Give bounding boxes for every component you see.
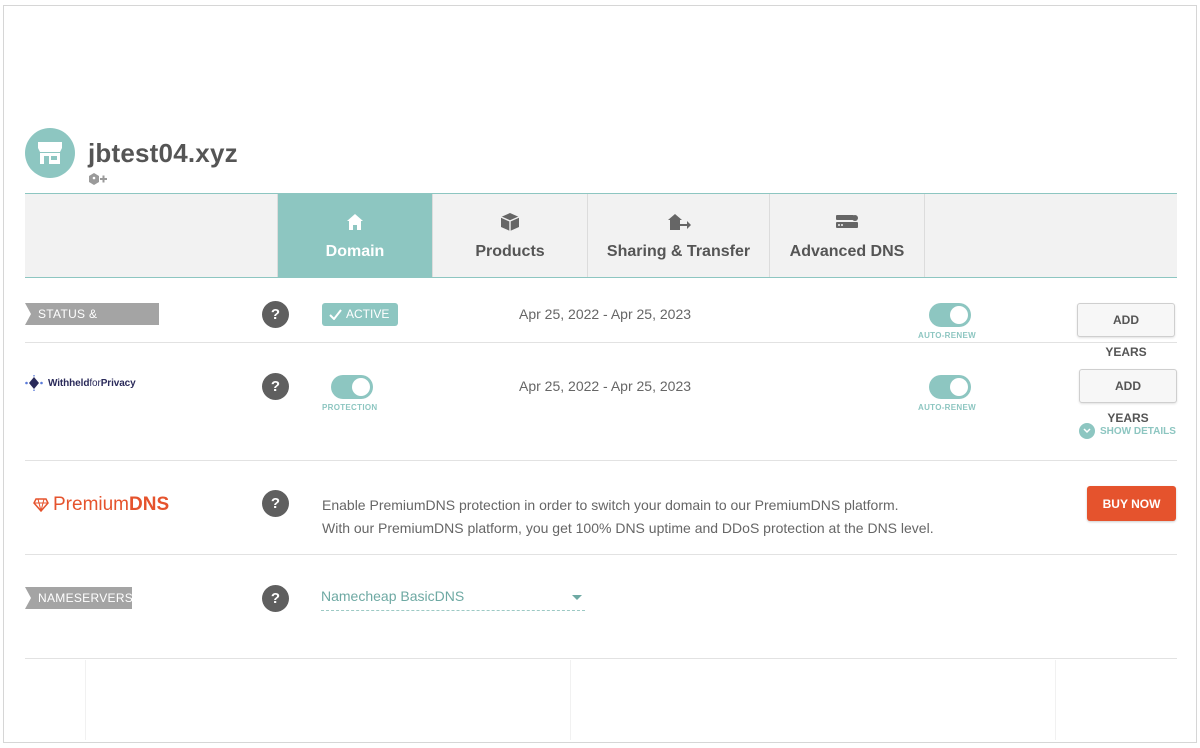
- tab-products-label: Products: [475, 242, 545, 260]
- privacy-logo-part3: Privacy: [100, 377, 136, 389]
- premium-dns-logo: Premium DNS: [33, 494, 169, 516]
- protection-toggle[interactable]: [331, 375, 373, 399]
- premium-desc-line1: Enable PremiumDNS protection in order to…: [322, 497, 899, 513]
- checkmark-icon: [329, 309, 342, 320]
- server-icon: [835, 211, 859, 233]
- premium-logo-light: Premium: [53, 494, 130, 515]
- auto-renew-label: AUTO-RENEW: [918, 331, 976, 340]
- premium-logo-bold: DNS: [129, 494, 170, 515]
- chevron-down-icon: [1079, 423, 1095, 439]
- show-details-label: SHOW DETAILS: [1100, 425, 1176, 437]
- help-icon[interactable]: ?: [262, 490, 289, 517]
- row-divider: [25, 658, 1177, 659]
- tab-products[interactable]: Products: [433, 194, 588, 277]
- tabs-spacer: [25, 194, 278, 277]
- protection-label: PROTECTION: [322, 403, 378, 412]
- status-date-range: Apr 25, 2022 - Apr 25, 2023: [519, 306, 692, 322]
- privacy-date-range: Apr 25, 2022 - Apr 25, 2023: [519, 378, 692, 394]
- buy-now-button[interactable]: BUY NOW: [1087, 486, 1176, 521]
- privacy-logo-part2: for: [89, 377, 101, 389]
- tabs-bar: Domain Products Sharing & Transfer Advan…: [25, 193, 1177, 278]
- status-badge-label: ACTIVE: [346, 307, 390, 321]
- diamond-icon: [33, 498, 49, 512]
- premium-desc-line2: With our PremiumDNS platform, you get 10…: [322, 520, 934, 536]
- status-validity-ribbon: STATUS & VALIDITY: [25, 303, 159, 325]
- caret-down-icon: [572, 595, 582, 600]
- row-divider: [25, 342, 1177, 343]
- premium-dns-description: Enable PremiumDNS protection in order to…: [322, 494, 934, 540]
- page-frame: [3, 5, 1197, 743]
- privacy-auto-renew-label: AUTO-RENEW: [918, 403, 976, 412]
- nameservers-selected-value: Namecheap BasicDNS: [321, 588, 465, 604]
- nameservers-select[interactable]: Namecheap BasicDNS: [321, 588, 585, 611]
- background-column-line: [570, 660, 571, 740]
- privacy-shield-icon: [25, 375, 43, 391]
- background-column-line: [1055, 660, 1056, 740]
- status-badge: ACTIVE: [322, 303, 399, 326]
- row-divider: [25, 554, 1177, 555]
- background-column-line: [85, 660, 86, 740]
- help-icon[interactable]: ?: [262, 301, 289, 328]
- help-icon[interactable]: ?: [262, 373, 289, 400]
- box-icon: [500, 211, 520, 233]
- tag-add-icon[interactable]: [88, 172, 108, 186]
- help-icon[interactable]: ?: [262, 585, 289, 612]
- storefront-icon: [38, 142, 62, 164]
- tab-domain-label: Domain: [325, 242, 385, 260]
- row-divider: [25, 460, 1177, 461]
- nameservers-ribbon: NAMESERVERS: [25, 587, 132, 609]
- tab-advanced-dns-label: Advanced DNS: [789, 242, 905, 260]
- privacy-auto-renew-toggle[interactable]: [929, 375, 971, 399]
- tab-sharing-transfer[interactable]: Sharing & Transfer: [588, 194, 770, 277]
- privacy-logo-part1: Withheld: [48, 377, 90, 389]
- domain-avatar: [25, 128, 75, 178]
- privacy-add-years-button[interactable]: ADD YEARS: [1079, 369, 1177, 425]
- tab-advanced-dns[interactable]: Advanced DNS: [770, 194, 925, 277]
- home-icon: [346, 211, 364, 233]
- add-years-button[interactable]: ADD YEARS: [1077, 303, 1175, 359]
- show-details-link[interactable]: SHOW DETAILS: [1079, 423, 1176, 439]
- tab-domain[interactable]: Domain: [278, 194, 433, 277]
- domain-name: jbtest04.xyz: [88, 138, 238, 168]
- auto-renew-toggle[interactable]: [929, 303, 971, 327]
- withheld-for-privacy-logo: WithheldforPrivacy: [25, 375, 136, 391]
- tab-sharing-transfer-label: Sharing & Transfer: [606, 242, 751, 260]
- house-transfer-icon: [667, 211, 691, 233]
